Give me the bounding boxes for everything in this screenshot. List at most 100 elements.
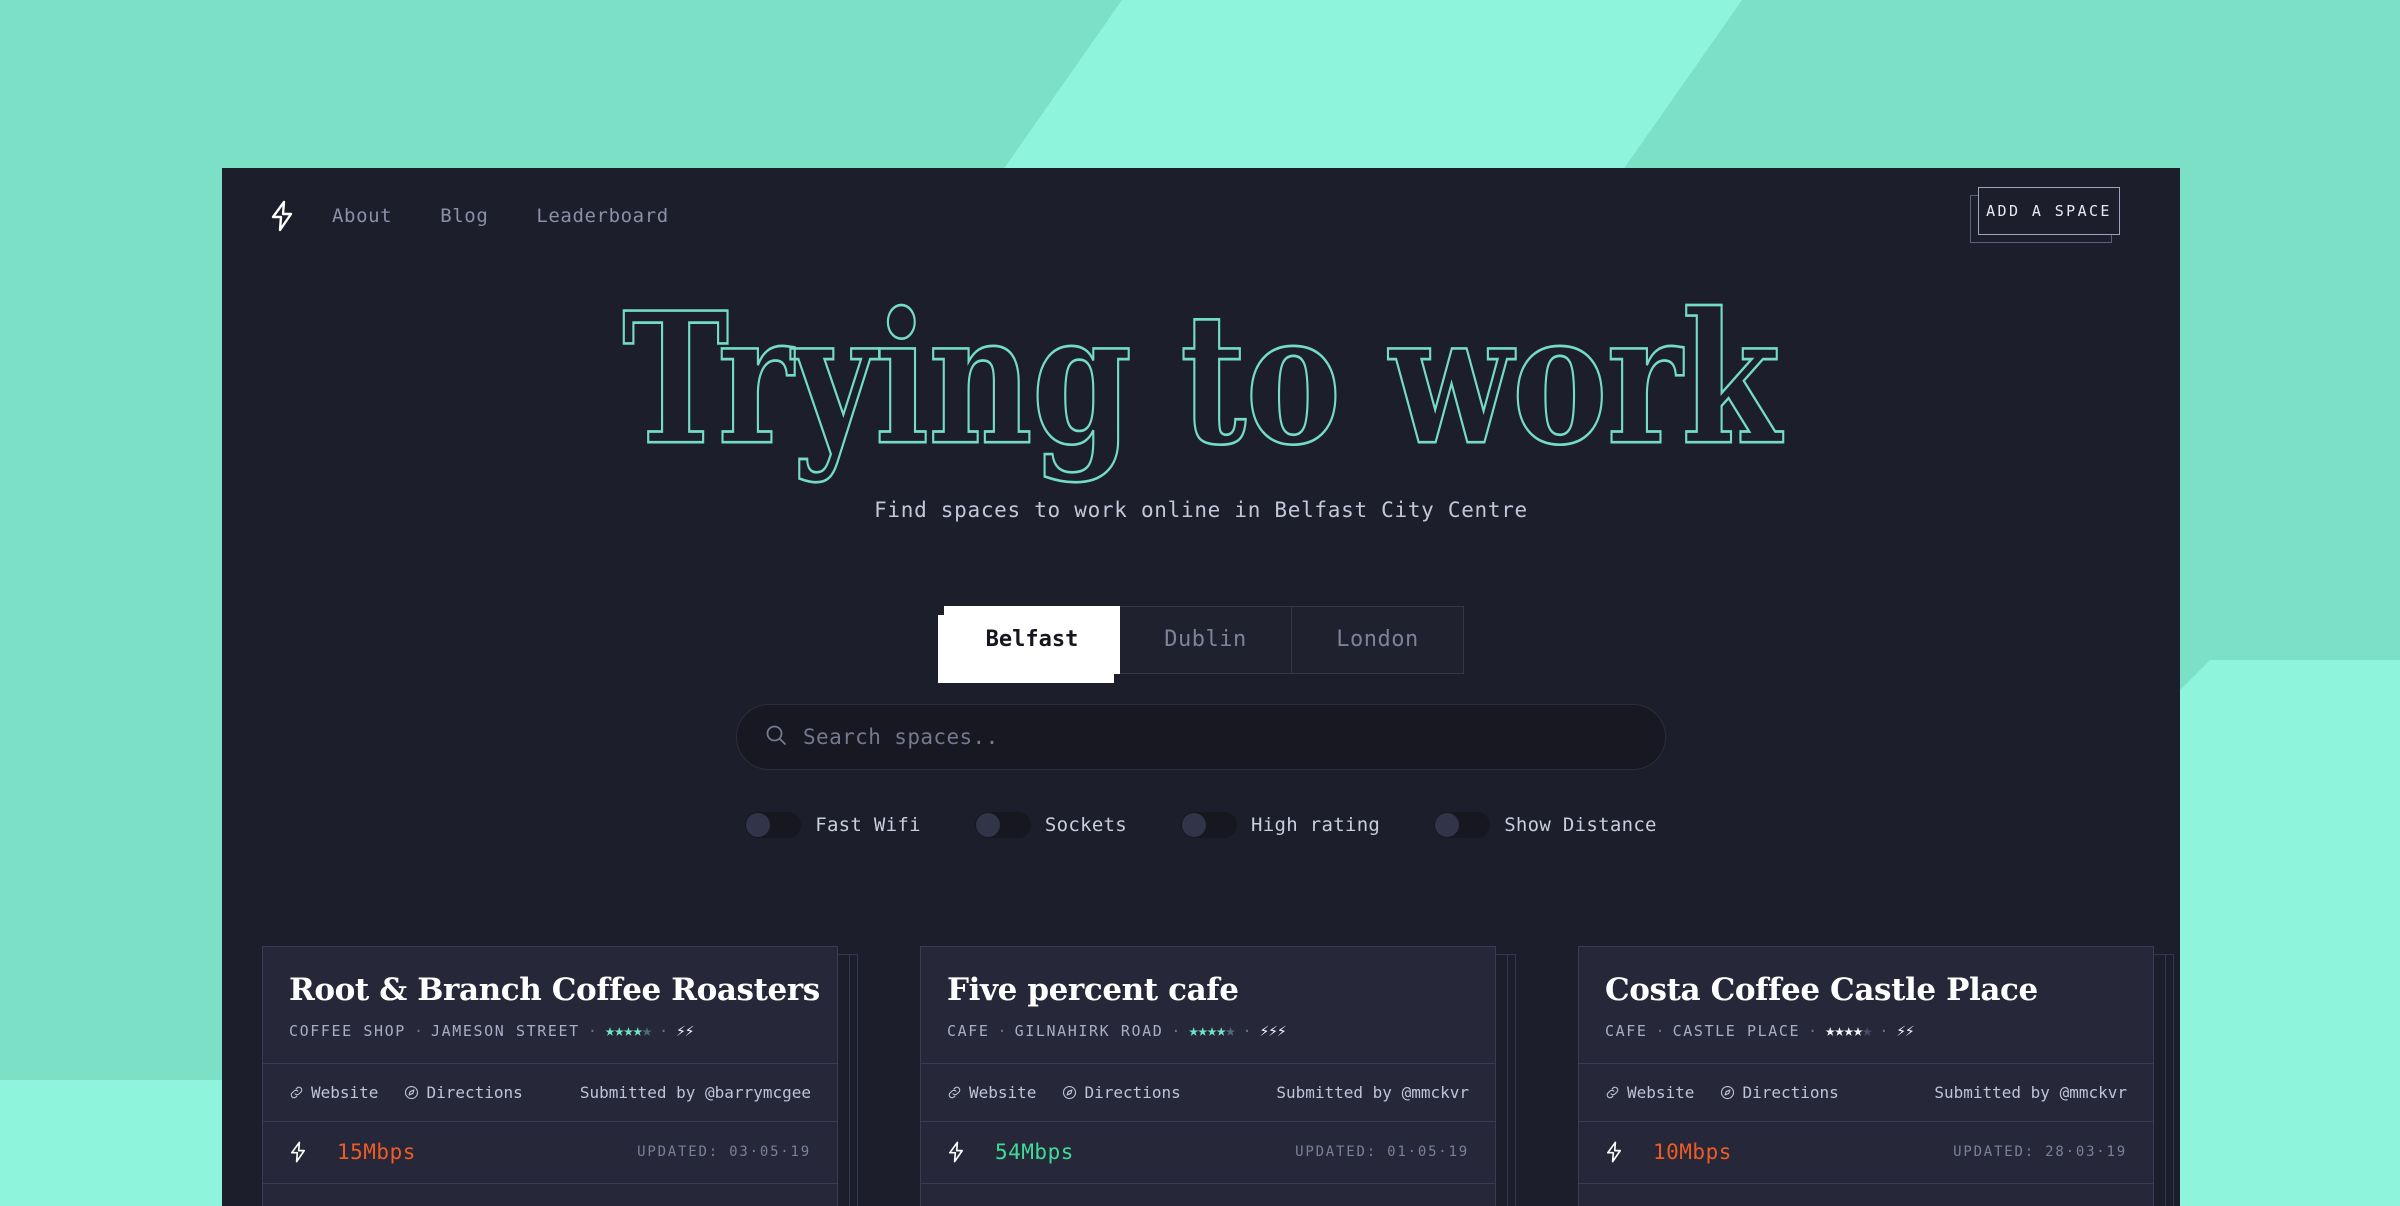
tab-london[interactable]: London — [1292, 605, 1464, 674]
city-tabs: Belfast Dublin London — [938, 605, 1464, 683]
plug-icons: ⚡⚡⚡ — [1259, 1021, 1287, 1041]
card-links-row: Website Directions Submitted by @mmckvr — [1579, 1062, 2153, 1121]
directions-label: Directions — [1742, 1082, 1839, 1102]
card-links: Website Directions — [289, 1083, 523, 1102]
link-icon — [289, 1085, 304, 1100]
separator: · — [587, 1021, 597, 1040]
app-window: About Blog Leaderboard ADD A SPACE Tryin… — [222, 168, 2180, 1206]
card-title: Five percent cafe — [947, 971, 1239, 1008]
card-speed-row: 54Mbps UPDATED: 01·05·19 — [921, 1120, 1495, 1183]
tab-belfast[interactable]: Belfast — [944, 605, 1120, 674]
tab-dublin[interactable]: Dublin — [1120, 605, 1292, 674]
space-cards-list: Root & Branch Coffee Roasters COFFEE SHO… — [222, 866, 2180, 1206]
star-rating: ★★★★★ — [604, 1020, 652, 1041]
plug-icons: ⚡⚡ — [1896, 1021, 1914, 1041]
space-card[interactable]: Root & Branch Coffee Roasters COFFEE SHO… — [262, 945, 838, 1206]
website-label: Website — [1627, 1082, 1695, 1102]
card-header: Costa Coffee Castle Place CAFE · CASTLE … — [1579, 947, 2153, 1063]
separator: · — [997, 1021, 1007, 1040]
directions-link[interactable]: Directions — [1062, 1083, 1181, 1102]
card-street: JAMESON STREET — [430, 1021, 580, 1040]
compass-icon — [1062, 1085, 1077, 1100]
plug-icons: ⚡⚡ — [676, 1021, 694, 1041]
card-category: CAFE — [947, 1021, 990, 1040]
website-link[interactable]: Website — [947, 1083, 1036, 1102]
updated-date: UPDATED: 03·05·19 — [637, 1144, 811, 1161]
card-category: CAFE — [1605, 1021, 1648, 1040]
filter-toggles: Fast Wifi Sockets High rating Show Dista… — [222, 811, 2180, 838]
card-links-row: Website Directions Submitted by @mmckvr — [921, 1062, 1495, 1121]
filter-label-show-distance: Show Distance — [1504, 813, 1657, 836]
filter-label-fast-wifi: Fast Wifi — [815, 813, 921, 836]
separator: · — [659, 1021, 669, 1040]
submitted-by: Submitted by @barrymcgee — [579, 1082, 811, 1102]
card-meta: CAFE · GILNAHIRK ROAD · ★★★★★ · ⚡⚡⚡ — [947, 1021, 1469, 1041]
card-header: Five percent cafe CAFE · GILNAHIRK ROAD … — [921, 947, 1495, 1063]
separator: · — [1242, 1021, 1252, 1040]
card-category: COFFEE SHOP — [289, 1021, 406, 1040]
card-meta: CAFE · CASTLE PLACE · ★★★★★ · ⚡⚡ — [1605, 1021, 2127, 1041]
add-a-space-button[interactable]: ADD A SPACE — [1978, 187, 2120, 235]
updated-date: UPDATED: 28·03·19 — [1953, 1144, 2127, 1161]
filter-show-distance[interactable]: Show Distance — [1434, 811, 1657, 838]
lightning-bolt-icon[interactable] — [262, 196, 302, 236]
nav-link-leaderboard[interactable]: Leaderboard — [536, 205, 668, 227]
nav-link-about[interactable]: About — [332, 205, 392, 227]
search-input[interactable] — [803, 724, 1637, 749]
card-password-row: Signup Required — [1579, 1182, 2153, 1206]
wifi-speed: 10Mbps — [1653, 1140, 1732, 1165]
star-rating: ★★★★★ — [1825, 1020, 1872, 1041]
updated-date: UPDATED: 01·05·19 — [1295, 1144, 1469, 1161]
filter-sockets[interactable]: Sockets — [974, 811, 1128, 838]
card-links-row: Website Directions Submitted by @barrymc… — [263, 1062, 837, 1121]
card-street: CASTLE PLACE — [1672, 1021, 1801, 1040]
toggle-sockets[interactable] — [974, 811, 1031, 838]
card-speed-row: 10Mbps UPDATED: 28·03·19 — [1579, 1120, 2153, 1183]
toggle-knob — [975, 812, 1000, 837]
card-password-row: No Password — [921, 1182, 1495, 1206]
hero-section: Trying to work Find spaces to work onlin… — [222, 264, 2180, 522]
filter-fast-wifi[interactable]: Fast Wifi — [745, 811, 921, 838]
directions-link[interactable]: Directions — [1720, 1082, 1839, 1102]
directions-label: Directions — [426, 1082, 523, 1102]
toggle-fast-wifi[interactable] — [745, 811, 802, 838]
page-title: Trying to work — [621, 272, 1782, 485]
separator: · — [1171, 1021, 1181, 1040]
toggle-show-distance[interactable] — [1434, 811, 1491, 838]
submitted-by: Submitted by @mmckvr — [1276, 1082, 1469, 1102]
directions-link[interactable]: Directions — [404, 1082, 523, 1102]
card-street: GILNAHIRK ROAD — [1014, 1021, 1164, 1040]
card-links: Website Directions — [947, 1083, 1181, 1102]
filter-high-rating[interactable]: High rating — [1181, 811, 1381, 838]
nav-link-blog[interactable]: Blog — [440, 205, 488, 227]
website-label: Website — [969, 1082, 1037, 1102]
card-title: Costa Coffee Castle Place — [1605, 971, 2038, 1008]
star-rating: ★★★★★ — [1188, 1020, 1235, 1041]
separator: · — [1879, 1021, 1889, 1040]
filter-label-high-rating: High rating — [1251, 813, 1381, 836]
lightning-bolt-icon — [947, 1141, 965, 1163]
website-link[interactable]: Website — [289, 1083, 378, 1102]
search-box[interactable] — [736, 703, 1666, 770]
navbar: About Blog Leaderboard ADD A SPACE — [222, 168, 2180, 264]
card-meta: COFFEE SHOP · JAMESON STREET · ★★★★★ · ⚡… — [289, 1021, 811, 1041]
card-stack: Five percent cafe CAFE · GILNAHIRK ROAD … — [920, 945, 1516, 1206]
separator: · — [413, 1021, 423, 1040]
add-space-button-wrap: ADD A SPACE — [1970, 187, 2120, 245]
toggle-knob — [746, 812, 771, 837]
hero-subtitle: Find spaces to work online in Belfast Ci… — [874, 497, 1528, 522]
space-card[interactable]: Costa Coffee Castle Place CAFE · CASTLE … — [1578, 945, 2154, 1206]
nav-links: About Blog Leaderboard — [332, 205, 669, 227]
search-wrap — [222, 703, 2180, 770]
city-tabs-wrap: Belfast Dublin London — [222, 605, 2180, 683]
toggle-high-rating[interactable] — [1181, 811, 1238, 838]
card-stack: Costa Coffee Castle Place CAFE · CASTLE … — [1578, 945, 2174, 1206]
card-stack: Root & Branch Coffee Roasters COFFEE SHO… — [262, 945, 858, 1206]
link-icon — [947, 1085, 962, 1100]
lightning-bolt-icon — [1605, 1141, 1623, 1163]
wifi-speed: 54Mbps — [995, 1140, 1074, 1165]
submitted-by: Submitted by @mmckvr — [1934, 1082, 2127, 1102]
filter-label-sockets: Sockets — [1044, 813, 1128, 836]
space-card[interactable]: Five percent cafe CAFE · GILNAHIRK ROAD … — [920, 945, 1496, 1206]
website-link[interactable]: Website — [1605, 1083, 1694, 1102]
